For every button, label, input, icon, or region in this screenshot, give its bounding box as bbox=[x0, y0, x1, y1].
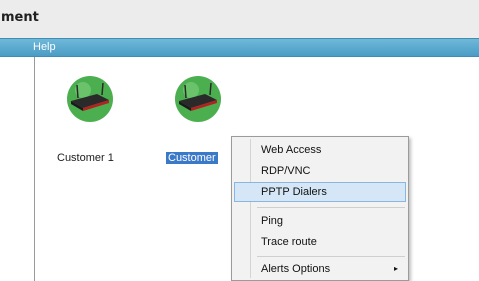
title-bar: ment bbox=[0, 0, 479, 38]
context-menu: Web Access RDP/VNC PPTP Dialers Ping Tra… bbox=[231, 136, 409, 281]
menu-item-pptp-dialers[interactable]: PPTP Dialers bbox=[234, 182, 406, 202]
router-icon bbox=[175, 76, 221, 122]
menu-item-ping[interactable]: Ping bbox=[234, 211, 406, 231]
menu-separator bbox=[257, 207, 405, 208]
menu-separator bbox=[257, 256, 405, 257]
menu-item-rdp-vnc[interactable]: RDP/VNC bbox=[234, 161, 406, 181]
menu-item-trace-route[interactable]: Trace route bbox=[234, 232, 406, 252]
router-icon bbox=[67, 76, 113, 122]
menu-item-web-access[interactable]: Web Access bbox=[234, 140, 406, 160]
chevron-right-icon: ▸ bbox=[393, 264, 398, 273]
menu-item-label: Alerts Options bbox=[261, 263, 331, 275]
device-customer-2[interactable]: Customer bbox=[163, 74, 233, 174]
panel-divider bbox=[34, 57, 35, 281]
device-customer-1[interactable]: Customer 1 bbox=[55, 74, 125, 174]
device-label-selected: Customer bbox=[166, 152, 218, 164]
menu-item-alerts-options[interactable]: Alerts Options ▸ bbox=[234, 259, 406, 279]
menu-help[interactable]: Help bbox=[33, 41, 56, 53]
menu-bar: Help bbox=[0, 38, 479, 57]
left-panel bbox=[0, 57, 34, 281]
device-label: Customer 1 bbox=[57, 152, 114, 164]
window-title: ment bbox=[1, 10, 39, 25]
